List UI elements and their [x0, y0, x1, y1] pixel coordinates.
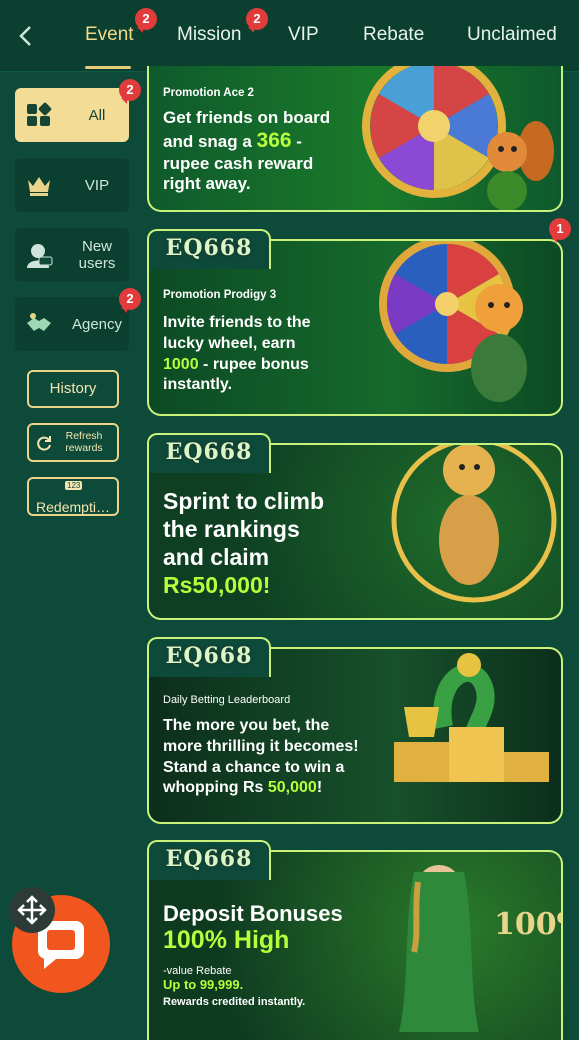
- tab-event-badge: 2: [135, 8, 157, 33]
- back-arrow-icon[interactable]: [14, 22, 38, 50]
- history-button[interactable]: History: [27, 370, 119, 408]
- card2-badge: 1: [549, 218, 571, 243]
- sidebar-item-label: Agency: [71, 315, 123, 333]
- redemption-label: Redempti…: [36, 499, 110, 515]
- refresh-icon: [37, 436, 51, 451]
- card5-headline: Deposit Bonuses 100% High: [163, 901, 343, 954]
- card3-logo-tab: EQ668: [147, 433, 271, 473]
- refresh-rewards-button[interactable]: Refresh rewards: [27, 423, 119, 462]
- sidebar-item-label: New users: [78, 238, 116, 272]
- drag-handle[interactable]: [9, 887, 55, 933]
- card5-logo-tab: EQ668: [147, 840, 271, 880]
- card2-kicker: Promotion Prodigy 3: [163, 289, 277, 301]
- move-arrows-icon: [17, 895, 47, 925]
- sidebar-agency-badge: 2: [119, 288, 141, 313]
- sidebar-all-badge: 2: [119, 79, 141, 104]
- tab-vip[interactable]: VIP: [288, 24, 319, 46]
- active-tab-underline: [85, 66, 131, 69]
- card1-headline: Get friends on board and snag a 366 - ru…: [163, 108, 331, 193]
- tiger-mascot-image: [471, 284, 527, 402]
- card4-headline: The more you bet, the more thrilling it …: [163, 717, 359, 797]
- cobra-trophy-image: [394, 653, 549, 782]
- sidebar-item-label: VIP: [84, 176, 110, 194]
- redemption-ticket-icon: 123: [65, 481, 83, 490]
- card2-headline: Invite friends to the lucky wheel, earn …: [163, 314, 311, 394]
- goddess-image: [399, 865, 479, 1032]
- grid-icon: [27, 102, 52, 126]
- tab-event[interactable]: Event: [85, 24, 134, 46]
- top-tab-bar: Event 2 Mission 2 VIP Rebate Unclaimed: [0, 0, 579, 72]
- tab-rebate[interactable]: Rebate: [363, 24, 424, 46]
- sidebar-item-new-users[interactable]: New users: [15, 228, 129, 282]
- card2-logo-tab: EQ668: [147, 229, 271, 269]
- sidebar-item-label: All: [88, 106, 106, 124]
- sidebar-item-agency[interactable]: Agency: [15, 297, 129, 351]
- card4-logo-tab: EQ668: [147, 637, 271, 677]
- new-user-icon: [27, 244, 53, 268]
- handshake-icon: [27, 313, 51, 331]
- tab-unclaimed[interactable]: Unclaimed: [467, 24, 557, 46]
- refresh-rewards-label: Refresh rewards: [65, 430, 103, 454]
- squirrel-mascot-image: [487, 121, 554, 210]
- redemption-button[interactable]: 123 Redempti…: [27, 477, 119, 516]
- crown-icon: [28, 177, 50, 196]
- sidebar-item-all[interactable]: All: [15, 88, 129, 142]
- card3-headline: Sprint to climb the rankings and claim R…: [163, 488, 324, 598]
- tab-mission-badge: 2: [246, 8, 268, 33]
- tab-mission[interactable]: Mission: [177, 24, 241, 46]
- card4-kicker: Daily Betting Leaderboard: [163, 694, 291, 706]
- percent-stamp: 100%: [494, 907, 561, 942]
- card5-footnote: Rewards credited instantly.: [163, 996, 306, 1008]
- sidebar-item-vip[interactable]: VIP: [15, 158, 129, 212]
- card1-kicker: Promotion Ace 2: [163, 87, 254, 99]
- cheetah-mascot-image: [391, 445, 557, 603]
- card5-amount: Up to 99,999.: [163, 977, 244, 992]
